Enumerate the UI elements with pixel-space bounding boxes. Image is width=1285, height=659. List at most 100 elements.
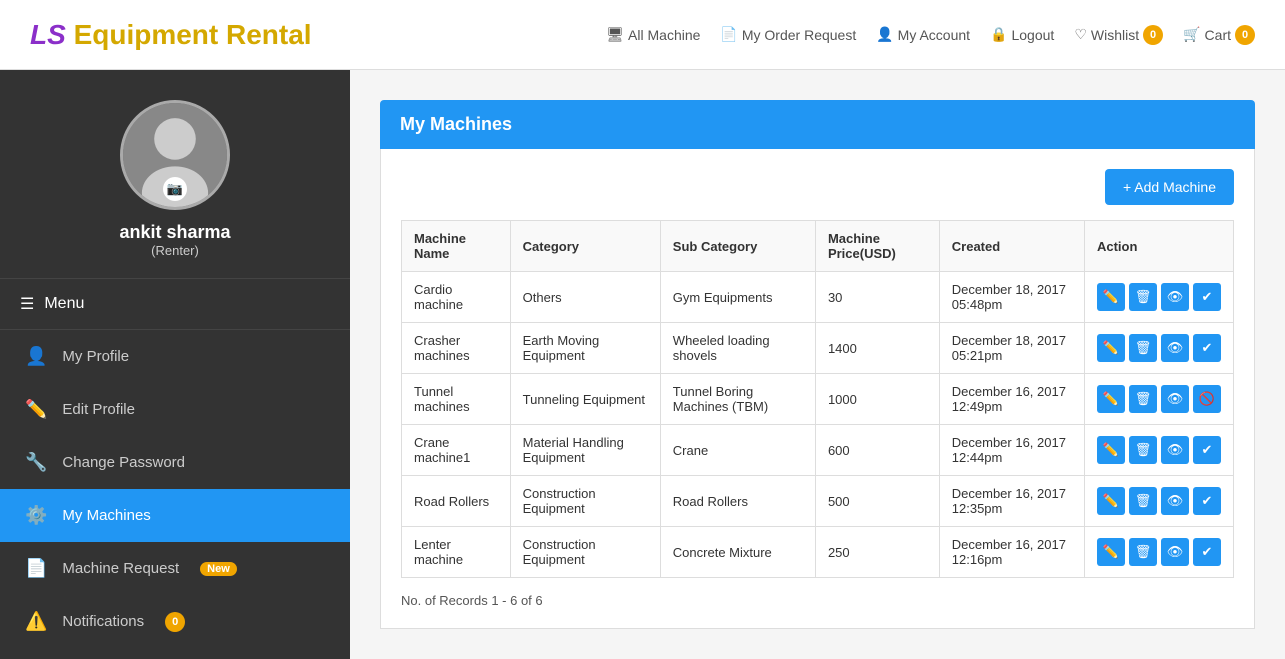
nav-my-account[interactable]: 👤 My Account	[876, 26, 970, 43]
menu-header: ☰ Menu	[0, 279, 350, 330]
sidebar-item-notifications[interactable]: ⚠️ Notifications 0	[0, 595, 350, 648]
delete-button[interactable]: 🗑	[1129, 538, 1157, 566]
add-machine-button[interactable]: + Add Machine	[1105, 169, 1234, 205]
table-cell: Construction Equipment	[510, 527, 660, 578]
section-header: My Machines	[380, 100, 1255, 149]
table-row: Crasher machinesEarth Moving EquipmentWh…	[402, 323, 1234, 374]
action-cell: ✏️🗑👁✔	[1084, 527, 1233, 578]
delete-button[interactable]: 🗑	[1129, 436, 1157, 464]
table-cell: December 18, 2017 05:21pm	[939, 323, 1084, 374]
table-cell: Gym Equipments	[660, 272, 815, 323]
camera-icon[interactable]: 📷	[163, 177, 187, 201]
table-header-row: Machine Name Category Sub Category Machi…	[402, 221, 1234, 272]
table-cell: December 16, 2017 12:49pm	[939, 374, 1084, 425]
action-cell: ✏️🗑👁✔	[1084, 425, 1233, 476]
nav-all-machine[interactable]: 🖥 All Machine	[606, 26, 700, 43]
view-button[interactable]: 👁	[1161, 385, 1189, 413]
view-button[interactable]: 👁	[1161, 436, 1189, 464]
table-cell: Concrete Mixture	[660, 527, 815, 578]
action-cell: ✏️🗑👁✔	[1084, 323, 1233, 374]
sidebar-profile: 📷 ankit sharma (Renter)	[0, 70, 350, 279]
machine-request-badge: New	[200, 562, 237, 576]
sidebar-item-my-profile[interactable]: 👤 My Profile	[0, 330, 350, 383]
table-cell: Road Rollers	[402, 476, 511, 527]
wishlist-badge: 0	[1143, 25, 1163, 45]
nav-order-request[interactable]: 📄 My Order Request	[720, 26, 856, 43]
nav-wishlist[interactable]: ♡ Wishlist 0	[1074, 25, 1163, 45]
records-text: No. of Records 1 - 6 of 6	[401, 593, 1234, 608]
table-cell: Lenter machine	[402, 527, 511, 578]
block-button[interactable]: 🚫	[1193, 385, 1221, 413]
cart-icon: 🛒	[1183, 26, 1200, 43]
view-button[interactable]: 👁	[1161, 538, 1189, 566]
account-icon: 👤	[876, 26, 893, 43]
header: LS Equipment Rental 🖥 All Machine 📄 My O…	[0, 0, 1285, 70]
sidebar-item-change-password[interactable]: 🔧 Change Password	[0, 436, 350, 489]
user-role: (Renter)	[151, 243, 199, 258]
edit-button[interactable]: ✏️	[1097, 385, 1125, 413]
delete-button[interactable]: 🗑	[1129, 334, 1157, 362]
check-button[interactable]: ✔	[1193, 538, 1221, 566]
table-cell: Crane machine1	[402, 425, 511, 476]
view-button[interactable]: 👁	[1161, 283, 1189, 311]
table-cell: 1000	[815, 374, 939, 425]
check-button[interactable]: ✔	[1193, 436, 1221, 464]
table-cell: 1400	[815, 323, 939, 374]
delete-button[interactable]: 🗑	[1129, 487, 1157, 515]
col-category: Category	[510, 221, 660, 272]
machine-icon: 🖥	[606, 26, 624, 43]
document-icon: 📄	[25, 558, 47, 579]
table-cell: Earth Moving Equipment	[510, 323, 660, 374]
table-cell: 500	[815, 476, 939, 527]
order-icon: 📄	[720, 26, 737, 43]
table-cell: Road Rollers	[660, 476, 815, 527]
table-cell: Construction Equipment	[510, 476, 660, 527]
edit-button[interactable]: ✏️	[1097, 487, 1125, 515]
col-machine-name: Machine Name	[402, 221, 511, 272]
delete-button[interactable]: 🗑	[1129, 385, 1157, 413]
table-cell: Tunneling Equipment	[510, 374, 660, 425]
notifications-badge: 0	[165, 612, 185, 632]
col-created: Created	[939, 221, 1084, 272]
sidebar-item-machine-request[interactable]: 📄 Machine Request New	[0, 542, 350, 595]
check-button[interactable]: ✔	[1193, 487, 1221, 515]
sidebar: 📷 ankit sharma (Renter) ☰ Menu 👤 My Prof…	[0, 70, 350, 659]
sidebar-item-my-machines[interactable]: ⚙️ My Machines	[0, 489, 350, 542]
table-cell: Tunnel Boring Machines (TBM)	[660, 374, 815, 425]
table-row: Lenter machineConstruction EquipmentConc…	[402, 527, 1234, 578]
edit-button[interactable]: ✏️	[1097, 334, 1125, 362]
toolbar: + Add Machine	[401, 169, 1234, 205]
edit-button[interactable]: ✏️	[1097, 538, 1125, 566]
logo: LS Equipment Rental	[30, 19, 312, 51]
view-button[interactable]: 👁	[1161, 487, 1189, 515]
layout: 📷 ankit sharma (Renter) ☰ Menu 👤 My Prof…	[0, 70, 1285, 659]
sidebar-item-edit-profile[interactable]: ✏️ Edit Profile	[0, 383, 350, 436]
action-cell: ✏️🗑👁✔	[1084, 476, 1233, 527]
heart-icon: ♡	[1074, 26, 1087, 43]
table-cell: 30	[815, 272, 939, 323]
check-button[interactable]: ✔	[1193, 334, 1221, 362]
logo-eq: Equipment Rental	[74, 19, 312, 50]
edit-button[interactable]: ✏️	[1097, 283, 1125, 311]
check-button[interactable]: ✔	[1193, 283, 1221, 311]
lock-icon: 🔒	[990, 26, 1007, 43]
table-cell: December 18, 2017 05:48pm	[939, 272, 1084, 323]
table-cell: Others	[510, 272, 660, 323]
table-cell: Crane	[660, 425, 815, 476]
table-cell: Crasher machines	[402, 323, 511, 374]
delete-button[interactable]: 🗑	[1129, 283, 1157, 311]
table-row: Road RollersConstruction EquipmentRoad R…	[402, 476, 1234, 527]
nav-logout[interactable]: 🔒 Logout	[990, 26, 1054, 43]
col-action: Action	[1084, 221, 1233, 272]
avatar: 📷	[120, 100, 230, 210]
table-cell: Tunnel machines	[402, 374, 511, 425]
logo-ls: LS	[30, 19, 66, 50]
view-button[interactable]: 👁	[1161, 334, 1189, 362]
main-nav: 🖥 All Machine 📄 My Order Request 👤 My Ac…	[606, 25, 1255, 45]
warning-icon: ⚠️	[25, 611, 47, 632]
col-price: Machine Price(USD)	[815, 221, 939, 272]
nav-cart[interactable]: 🛒 Cart 0	[1183, 25, 1255, 45]
main-content: My Machines + Add Machine Machine Name C…	[350, 70, 1285, 659]
edit-button[interactable]: ✏️	[1097, 436, 1125, 464]
edit-icon: ✏️	[25, 399, 47, 420]
